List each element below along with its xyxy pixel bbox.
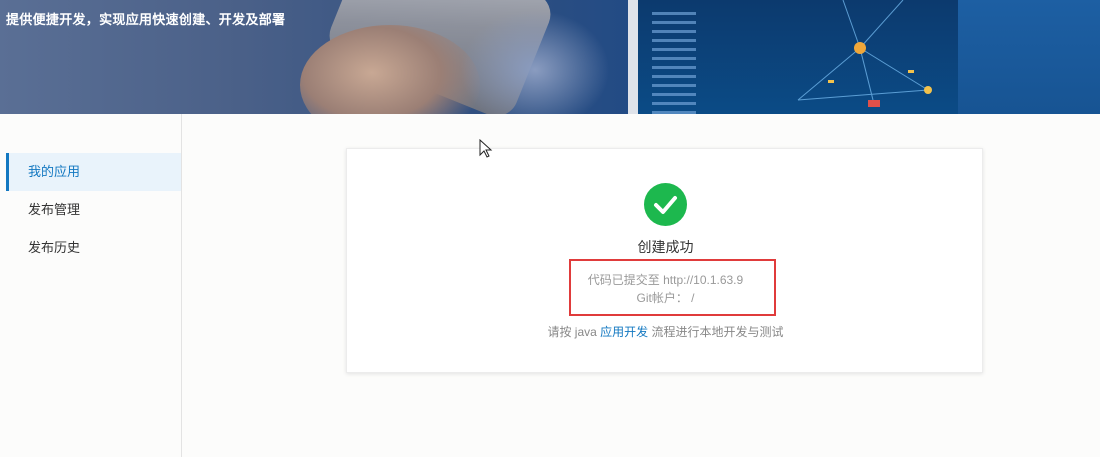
hint-prefix: 请按 java — [547, 325, 601, 339]
sidebar: 我的应用 发布管理 发布历史 — [0, 114, 182, 457]
sidebar-item-release-history[interactable]: 发布历史 — [6, 229, 181, 267]
code-repo-line: 代码已提交至 http://10.1.63.9 — [587, 273, 744, 287]
banner-monitor-image — [628, 0, 958, 114]
sidebar-item-my-apps[interactable]: 我的应用 — [6, 153, 181, 191]
git-account-line: Git帐户： / — [636, 291, 695, 305]
banner: 提供便捷开发，实现应用快速创建、开发及部署 — [0, 0, 1100, 114]
sidebar-item-release-management[interactable]: 发布管理 — [6, 191, 181, 229]
app-dev-link[interactable]: 应用开发 — [600, 325, 648, 339]
banner-monitor-menu — [652, 6, 696, 114]
mouse-cursor-icon — [479, 139, 493, 158]
banner-network-graph — [797, 0, 932, 107]
banner-sleeve-image — [460, 10, 610, 114]
check-circle-icon — [644, 183, 687, 226]
hint-suffix: 流程进行本地开发与测试 — [648, 325, 784, 339]
result-card: 创建成功 代码已提交至 http://10.1.63.9 Git帐户： / 请按… — [346, 148, 983, 373]
banner-tagline: 提供便捷开发，实现应用快速创建、开发及部署 — [6, 12, 286, 27]
result-hint: 请按 java 应用开发 流程进行本地开发与测试 — [347, 323, 984, 340]
result-title: 创建成功 — [637, 239, 694, 255]
banner-background — [958, 0, 1100, 114]
